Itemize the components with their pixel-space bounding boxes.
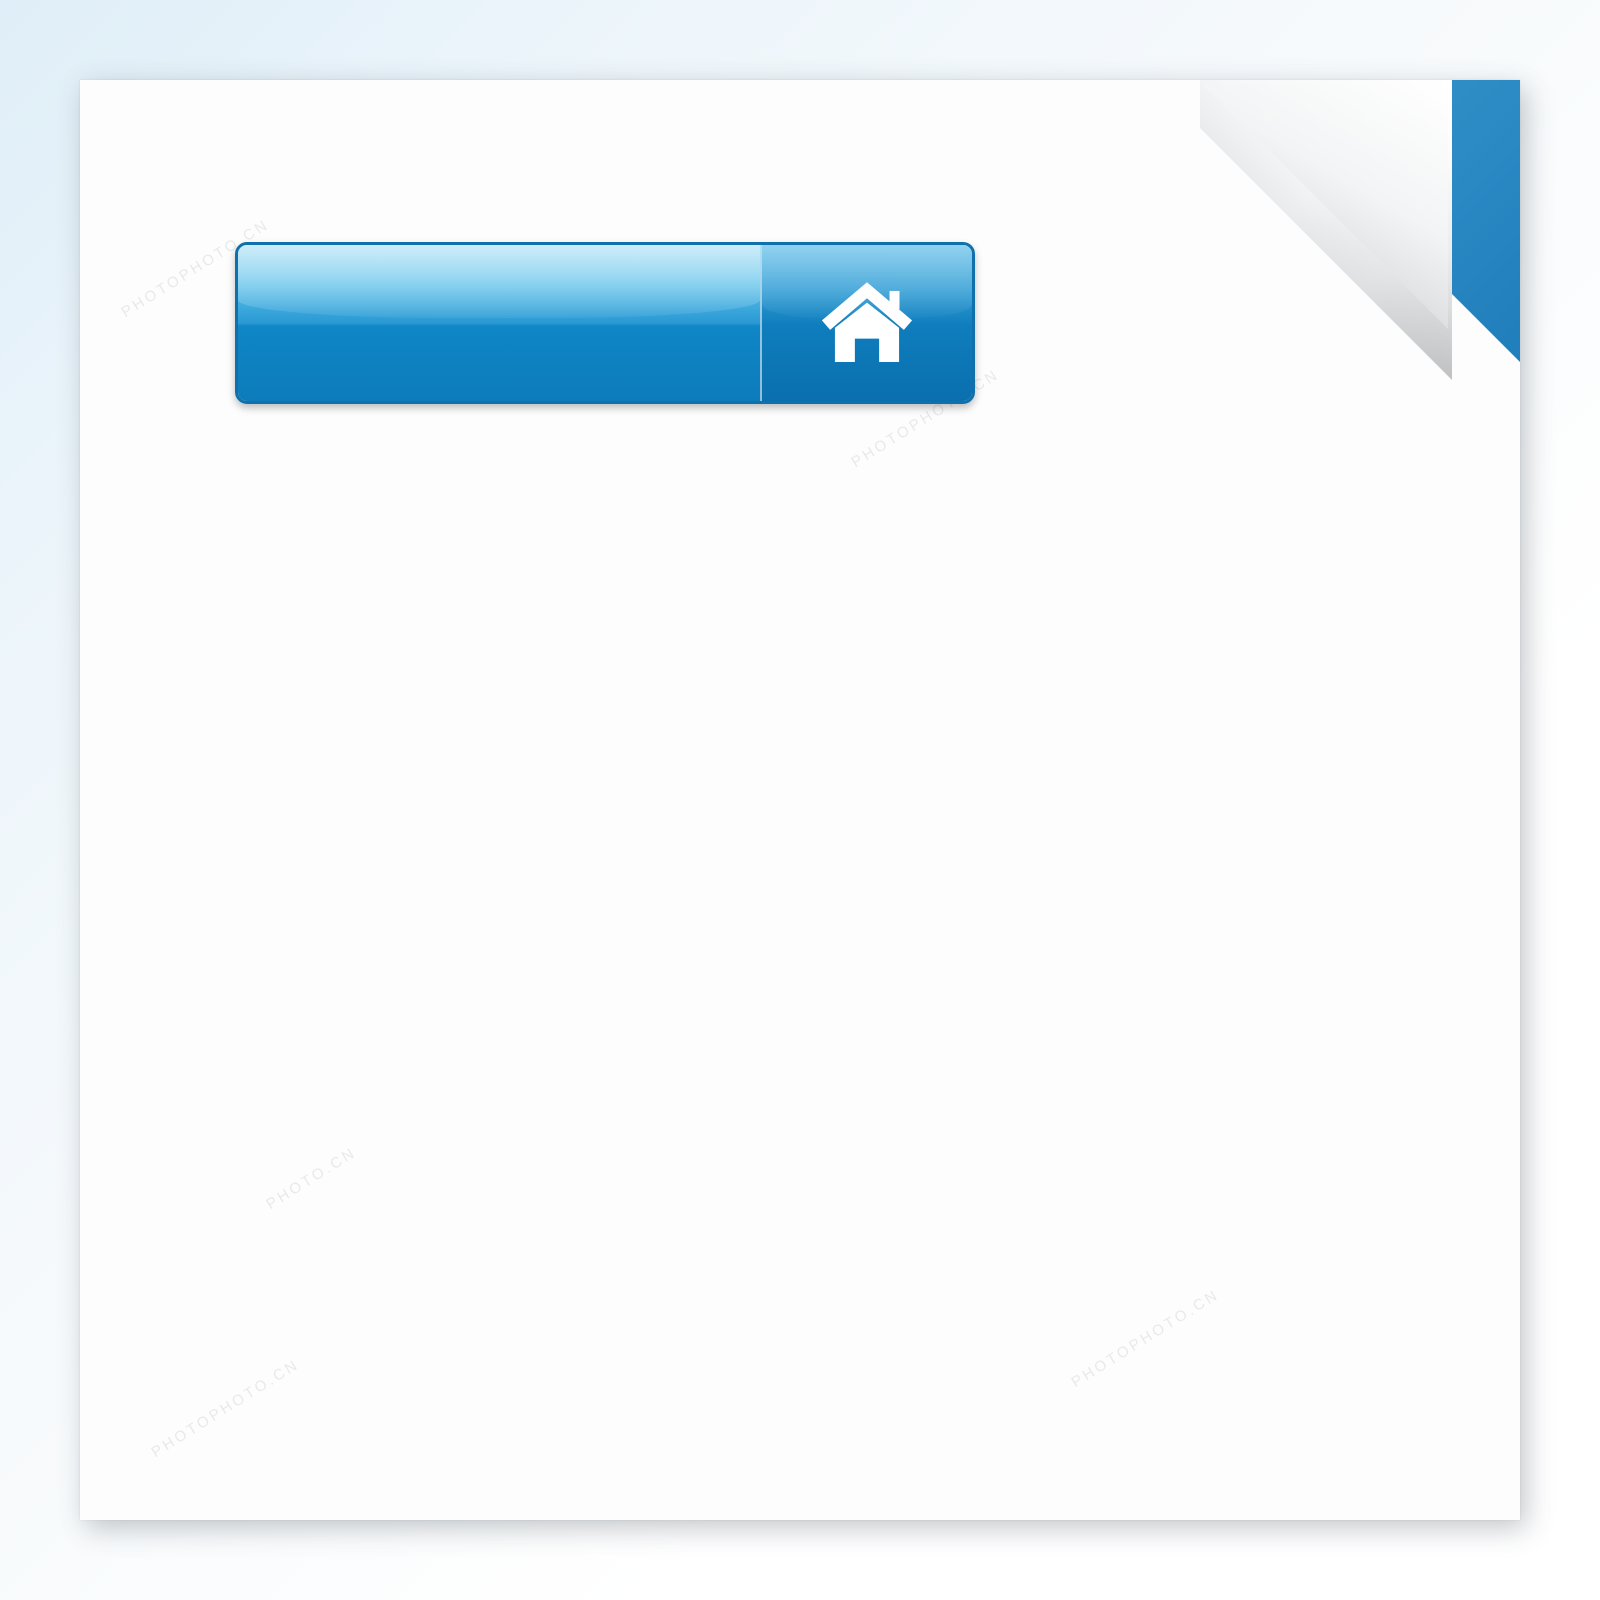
home-button-icon-panel [760,245,972,401]
ribbon-line-1 [1342,80,1498,150]
page-curl [1200,80,1452,380]
page-curl-highlight [1203,84,1448,329]
home-button-label-panel [238,245,760,401]
ribbon-label [1342,80,1498,150]
corner-ribbon [1200,80,1520,400]
home-icon [821,282,913,362]
ribbon-band [1234,80,1520,366]
watermark-text: PHOTOPHOTO.CN [148,1355,303,1462]
watermark-text: PHOTOPHOTO.CN [1068,1285,1223,1392]
home-button[interactable] [235,242,975,404]
ribbon-line-2 [1342,80,1498,150]
watermark-text: PHOTO.CN [263,1144,360,1213]
ribbon-line-3 [1342,80,1498,150]
paper-sheet: PHOTOPHOTO.CN PHOTOPHOTO.CN PHOTOPHOTO.C… [80,80,1520,1520]
